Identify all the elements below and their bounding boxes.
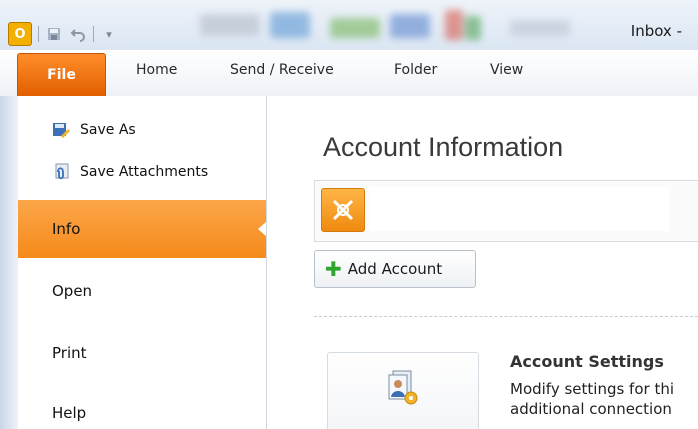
attachments-icon xyxy=(52,163,70,181)
selection-arrow xyxy=(258,221,266,237)
account-settings-description: Modify settings for thi additional conne… xyxy=(510,379,698,419)
plus-icon: ✚ xyxy=(325,257,342,281)
account-dropdown[interactable] xyxy=(369,187,669,231)
blurred-background xyxy=(190,8,610,48)
nav-item-info[interactable]: Info xyxy=(18,200,266,258)
save-as-command[interactable]: Save As xyxy=(52,121,136,139)
save-icon[interactable] xyxy=(45,25,63,43)
account-settings-desc-line-2: additional connection xyxy=(510,400,672,418)
page-title: Account Information xyxy=(323,132,564,162)
window-title: Inbox - xyxy=(630,22,682,40)
toolbar-separator xyxy=(93,26,94,42)
nav-item-help[interactable]: Help xyxy=(52,404,86,422)
title-bar: O ▾ Inbox - xyxy=(0,0,698,50)
quick-access-toolbar: O ▾ xyxy=(8,22,118,46)
account-settings-button[interactable] xyxy=(327,352,479,429)
section-divider xyxy=(314,316,698,317)
toolbar-separator xyxy=(38,26,39,42)
nav-item-open[interactable]: Open xyxy=(52,282,92,300)
account-selector[interactable] xyxy=(314,180,698,242)
backstage-nav: Save As Save Attachments Info Open Print… xyxy=(0,96,267,429)
customize-toolbar-icon[interactable]: ▾ xyxy=(100,25,118,43)
add-account-label: Add Account xyxy=(347,260,443,278)
outlook-icon[interactable]: O xyxy=(8,22,32,46)
account-info-pane: Account Information ✚ Add Account Accoun… xyxy=(267,96,698,429)
undo-icon[interactable] xyxy=(69,25,87,43)
ribbon-tabs: File Home Send / Receive Folder View xyxy=(0,50,698,97)
account-settings-title: Account Settings xyxy=(510,352,664,371)
tab-home[interactable]: Home xyxy=(136,62,177,78)
add-account-button[interactable]: ✚ Add Account xyxy=(314,250,476,288)
exchange-icon xyxy=(321,188,365,232)
tab-file[interactable]: File xyxy=(17,53,106,96)
account-settings-desc-line-1: Modify settings for thi xyxy=(510,380,675,398)
nav-item-print[interactable]: Print xyxy=(52,344,87,362)
tab-view[interactable]: View xyxy=(490,62,523,78)
save-attachments-label: Save Attachments xyxy=(80,164,209,180)
tab-send-receive[interactable]: Send / Receive xyxy=(230,62,334,78)
account-settings-icon xyxy=(383,369,421,407)
save-as-icon xyxy=(52,121,70,139)
nav-item-info-label: Info xyxy=(52,220,81,238)
save-attachments-command[interactable]: Save Attachments xyxy=(52,163,208,181)
tab-folder[interactable]: Folder xyxy=(394,62,437,78)
save-as-label: Save As xyxy=(80,122,136,138)
